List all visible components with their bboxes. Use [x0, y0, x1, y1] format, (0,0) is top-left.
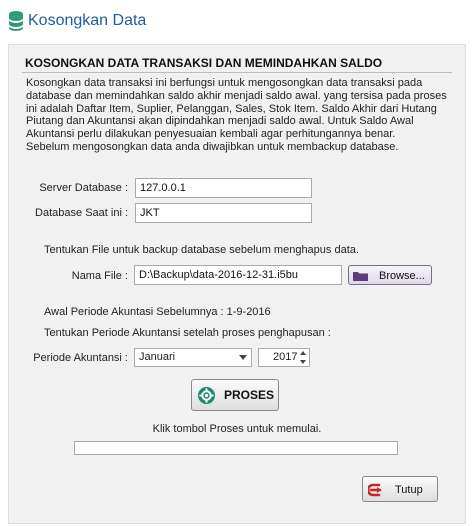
month-value: Januari [139, 351, 176, 363]
description-line: Sebelum mengosongkan data anda diwajibka… [26, 140, 399, 153]
heading-divider [22, 72, 452, 73]
period-label: Periode Akuntansi : [33, 352, 128, 364]
tutup-label: Tutup [395, 484, 423, 496]
server-database-input[interactable]: 127.0.0.1 [135, 178, 312, 198]
year-value: 2017 [273, 351, 298, 363]
chevron-down-icon [239, 355, 247, 360]
backup-instruction: Tentukan File untuk backup database sebe… [44, 244, 359, 256]
description-line: database dan memindahkan saldo akhir men… [26, 89, 447, 102]
browse-button[interactable]: Browse... [348, 265, 432, 285]
description-line: Akuntansi perlu dilakukan penyesuaian ke… [26, 128, 396, 141]
file-name-label: Nama File : [71, 270, 128, 282]
description-line: Piutang dan Akuntansi akan dipindahkan m… [26, 115, 414, 128]
previous-period-text: Awal Periode Akuntasi Sebelumnya : 1-9-2… [44, 306, 271, 318]
title-bar: Kosongkan Data [0, 0, 474, 44]
window-title: Kosongkan Data [28, 12, 147, 29]
database-label: Database Saat ini : [35, 207, 128, 219]
start-hint: Klik tombol Proses untuk memulai. [152, 423, 322, 435]
progress-bar [74, 441, 398, 455]
database-icon [9, 11, 23, 31]
spin-up-icon[interactable] [300, 351, 306, 355]
description: Kosongkan data transaksi ini berfungsi u… [26, 77, 456, 154]
month-select[interactable]: Januari [134, 348, 252, 367]
exit-icon [368, 483, 382, 497]
file-name-input[interactable]: D:\Backup\data-2016-12-31.i5bu [134, 265, 342, 285]
folder-icon [353, 272, 368, 281]
year-spinner[interactable]: 2017 [258, 348, 310, 367]
proses-button[interactable]: PROSES [191, 379, 279, 411]
spin-down-icon[interactable] [300, 360, 306, 364]
browse-label: Browse... [379, 270, 425, 282]
description-line: ini adalah Daftar Item, Suplier, Pelangg… [26, 102, 437, 115]
tutup-button[interactable]: Tutup [362, 476, 438, 502]
database-input[interactable]: JKT [135, 203, 312, 223]
page-heading: KOSONGKAN DATA TRANSAKSI DAN MEMINDAHKAN… [25, 56, 383, 70]
period-instruction: Tentukan Periode Akuntansi setelah prose… [44, 327, 331, 339]
server-database-label: Server Database : [39, 182, 128, 194]
description-line: Kosongkan data transaksi ini berfungsi u… [26, 77, 423, 89]
gear-icon [198, 387, 215, 404]
proses-label: PROSES [224, 388, 275, 402]
